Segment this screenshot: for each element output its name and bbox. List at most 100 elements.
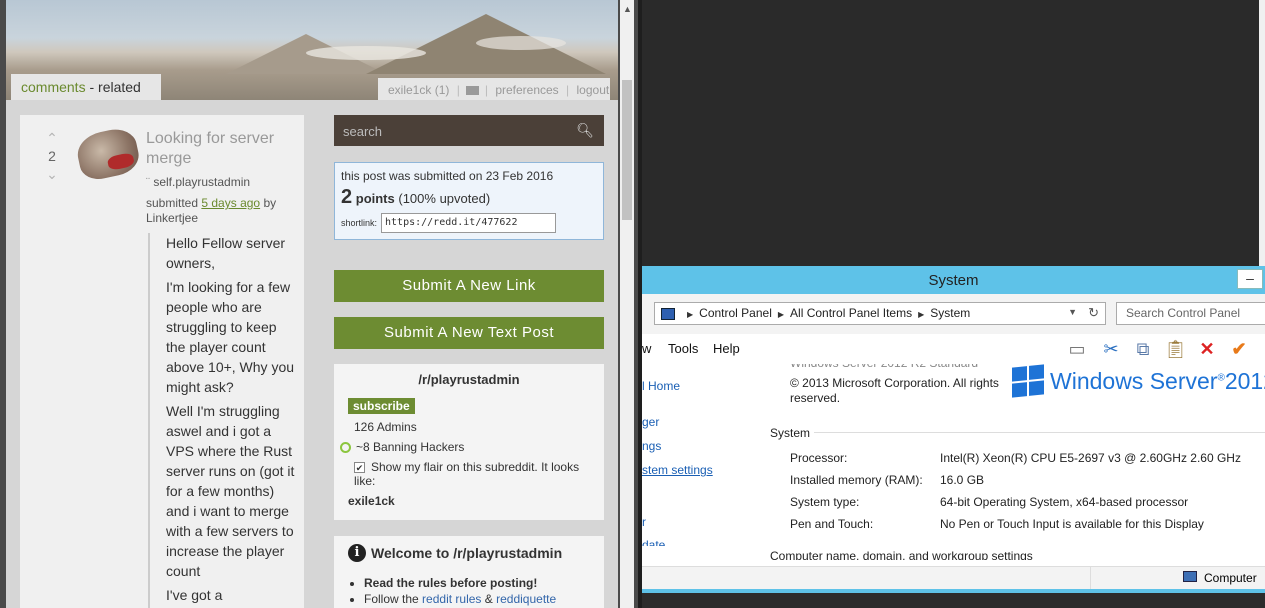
sidebar-link-remote-settings[interactable]: ngs xyxy=(642,439,661,453)
status-bar: Computer xyxy=(642,566,1265,589)
upvote-icon[interactable]: ⌃ xyxy=(42,131,62,145)
address-bar[interactable]: ▶ Control Panel ▶ All Control Panel Items ▶ S… xyxy=(654,302,1106,325)
scroll-up-icon[interactable]: ▲ xyxy=(623,4,632,14)
browser-pane: comments - related exile1ck (1) | | prefe… xyxy=(0,0,638,608)
tab-related[interactable]: related xyxy=(98,79,141,95)
search-placeholder: search xyxy=(343,124,383,139)
flair-checkbox[interactable]: ✔ xyxy=(354,462,365,473)
scrollbar-thumb[interactable] xyxy=(622,80,632,220)
sidebar-link-windows-update[interactable]: date xyxy=(642,538,665,546)
author-link[interactable]: Linkertjee xyxy=(146,211,198,225)
post-domain[interactable]: ¨ self.playrustadmin xyxy=(146,175,250,189)
reddit-rules-link[interactable]: reddit rules xyxy=(422,592,481,606)
refresh-icon[interactable]: ↻ xyxy=(1088,305,1099,321)
breadcrumb-all-items[interactable]: All Control Panel Items xyxy=(790,306,912,320)
subreddit-name[interactable]: /r/playrustadmin xyxy=(348,372,590,387)
tagline-prefix: submitted xyxy=(146,196,199,210)
post-time: 5 days ago xyxy=(201,196,261,210)
post-title[interactable]: Looking for server merge xyxy=(146,129,296,169)
subscriber-count: 126 Admins xyxy=(354,420,417,434)
checkmark-icon[interactable]: ✔ xyxy=(1228,338,1250,360)
breadcrumb-arrow-icon[interactable]: ▶ xyxy=(778,310,784,319)
search-icon[interactable]: 🔍︎ xyxy=(576,122,594,139)
logo-registered: ® xyxy=(1217,371,1225,383)
delete-icon[interactable]: ✕ xyxy=(1196,338,1218,360)
desktop-scrollbar[interactable] xyxy=(1259,0,1265,266)
section-computer-heading: Computer name, domain, and workgroup set… xyxy=(770,549,1033,563)
menu-view[interactable]: w xyxy=(642,341,651,356)
shortlink-row: shortlink: https://redd.it/477622 xyxy=(341,213,597,233)
submit-text-button[interactable]: Submit A New Text Post xyxy=(334,317,604,349)
domain-link[interactable]: self.playrustadmin xyxy=(153,175,250,189)
post-paragraph: I'm looking for a few people who are str… xyxy=(166,279,295,395)
address-toolbar: ▶ Control Panel ▶ All Control Panel Items ▶ S… xyxy=(642,294,1265,334)
post-thumbnail[interactable] xyxy=(73,125,143,183)
menu-help[interactable]: Help xyxy=(713,341,740,356)
menu-separator: | xyxy=(566,83,570,97)
memory-value: 16.0 GB xyxy=(940,473,985,487)
post-paragraph: Hello Fellow server owners, xyxy=(166,235,286,271)
breadcrumb-system[interactable]: System xyxy=(930,306,970,320)
flair-row: ✔ Show my flair on this subreddit. It loo… xyxy=(348,460,590,488)
rule-text: Read the rules before posting! xyxy=(364,576,538,590)
browser-scrollbar[interactable]: ▲ xyxy=(620,0,634,608)
subscribe-button[interactable]: subscribe xyxy=(348,398,415,414)
sidebar-link-home[interactable]: l Home xyxy=(642,379,680,393)
submitted-date: this post was submitted on 23 Feb 2016 xyxy=(341,169,554,183)
welcome-heading: i Welcome to /r/playrustadmin xyxy=(348,544,590,562)
menu-tools[interactable]: Tools xyxy=(668,341,698,356)
breadcrumb-arrow-icon[interactable]: ▶ xyxy=(687,310,693,319)
list-item: Follow the reddit rules & reddiquette xyxy=(364,592,590,606)
preferences-link[interactable]: preferences xyxy=(495,83,558,97)
window-titlebar[interactable]: System – xyxy=(642,266,1265,294)
points-label: points xyxy=(355,191,395,206)
copy-icon[interactable]: ⧉ xyxy=(1132,338,1154,360)
tab-separator: - xyxy=(89,79,95,95)
reddit-page: comments - related exile1ck (1) | | prefe… xyxy=(6,0,618,608)
tagline-by: by xyxy=(263,196,277,210)
logout-link[interactable]: logout xyxy=(577,83,610,97)
system-content: Windows Server 2012 R2 Standard l Home g… xyxy=(642,364,1265,564)
paste-icon[interactable]: 📋︎ xyxy=(1164,338,1187,360)
system-window: System – ▶ Control Panel ▶ All Control Pane… xyxy=(642,266,1265,608)
window-view-icon[interactable]: ▭ xyxy=(1066,338,1088,360)
upvote-ratio: (100% upvoted) xyxy=(398,191,491,206)
chevron-down-icon[interactable]: ▼ xyxy=(1068,307,1077,317)
flair-preview: exile1ck xyxy=(348,494,395,508)
post-paragraph: I've got a xyxy=(166,587,223,603)
welcome-title: Welcome to /r/playrustadmin xyxy=(371,545,563,561)
shortlink-label: shortlink: xyxy=(341,218,378,228)
sidebar-link-action-center[interactable]: r xyxy=(642,515,646,529)
sidebar-link-device-manager[interactable]: ger xyxy=(642,415,659,429)
cut-icon[interactable]: ✂ xyxy=(1100,338,1122,360)
memory-label: Installed memory (RAM): xyxy=(790,473,923,487)
minimize-button[interactable]: – xyxy=(1237,269,1263,289)
downvote-icon[interactable]: ⌄ xyxy=(42,167,62,181)
copyright-text: © 2013 Microsoft Corporation. All rights… xyxy=(790,376,999,405)
tab-comments[interactable]: comments xyxy=(21,79,86,95)
online-indicator-icon xyxy=(340,442,351,454)
desktop-background xyxy=(642,0,1265,266)
post-body: Hello Fellow server owners, I'm looking … xyxy=(148,233,298,608)
search-control-panel-input[interactable]: Search Control Panel xyxy=(1116,302,1265,325)
page-tabs: comments - related xyxy=(11,74,161,100)
control-panel-icon xyxy=(661,307,675,320)
username-link[interactable]: exile1ck xyxy=(388,83,431,97)
post-info-box: this post was submitted on 23 Feb 2016 2… xyxy=(334,162,604,240)
sidebar-link-advanced-settings[interactable]: stem settings xyxy=(642,463,713,477)
mail-icon[interactable] xyxy=(465,86,479,96)
submit-link-button[interactable]: Submit A New Link xyxy=(334,270,604,302)
post-score: 2 xyxy=(48,148,56,164)
section-system-heading: System xyxy=(770,426,811,440)
shortlink-field[interactable]: https://redd.it/477622 xyxy=(381,213,557,233)
windows-flag-icon xyxy=(1012,364,1044,398)
section-divider xyxy=(814,432,1265,433)
vote-box: ⌃ 2 ⌄ xyxy=(42,131,62,181)
breadcrumb-control-panel[interactable]: Control Panel xyxy=(699,306,772,320)
breadcrumb-arrow-icon[interactable]: ▶ xyxy=(918,310,924,319)
reddiquette-link[interactable]: reddiquette xyxy=(496,592,556,606)
computer-icon xyxy=(1183,571,1197,582)
search-input[interactable]: search 🔍︎ xyxy=(334,115,604,146)
window-border xyxy=(642,589,1265,593)
menu-separator: | xyxy=(484,83,488,97)
